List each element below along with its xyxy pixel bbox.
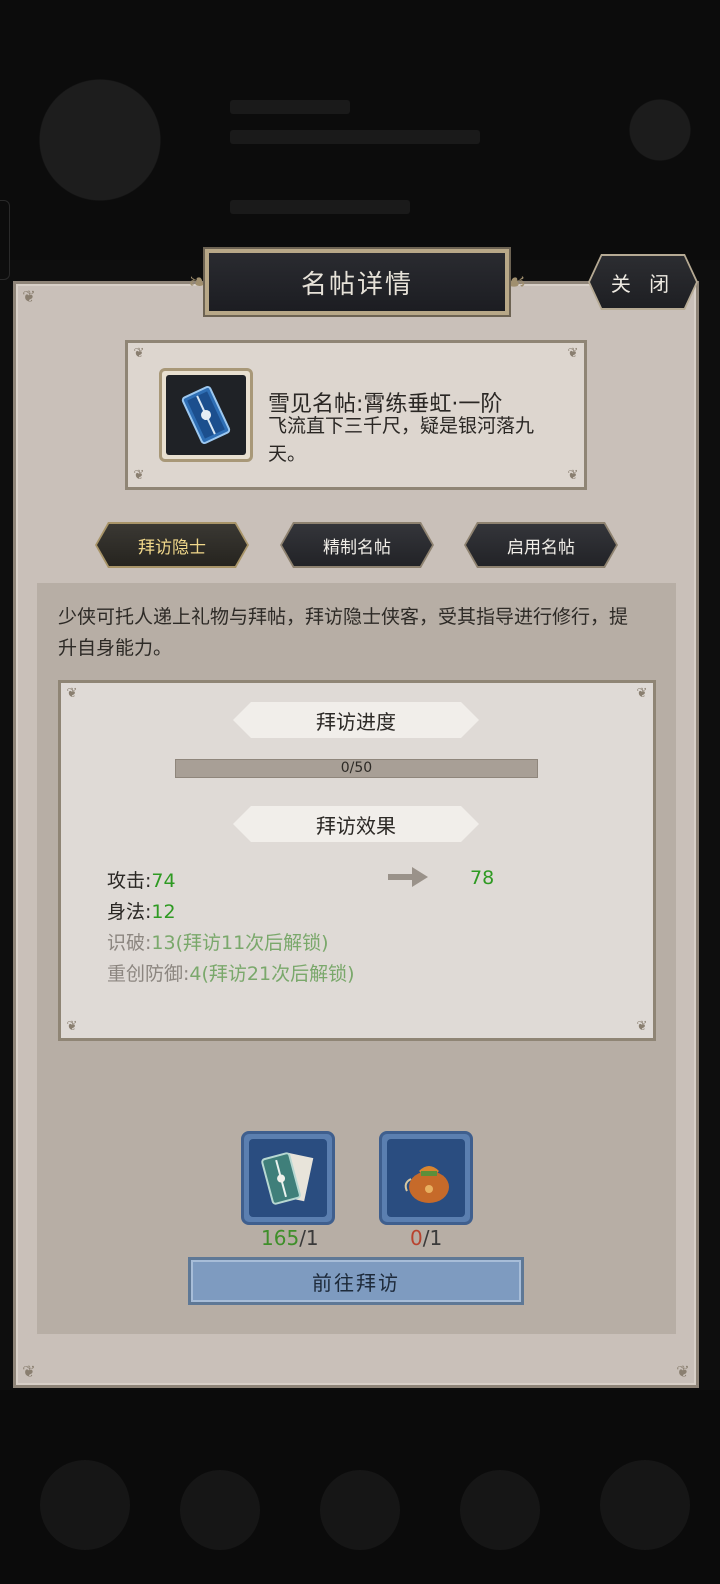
corner-ornament-icon: ❦ <box>636 686 648 701</box>
intro-text: 少侠可托人递上礼物与拜帖，拜访隐士侠客，受其指导进行修行，提升自身能力。 <box>58 606 629 659</box>
item-icon-frame[interactable] <box>159 368 253 462</box>
tab-enable-card[interactable]: 启用名帖 <box>464 522 618 568</box>
background-decor <box>230 200 410 214</box>
corner-ornament-icon: ❦ <box>676 1362 690 1381</box>
background-decor <box>0 200 10 280</box>
background-decor <box>180 1470 260 1550</box>
stat-value: 13(拜访11次后解锁) <box>151 932 329 954</box>
stat-agility: 身法:12 <box>107 897 176 924</box>
visit-progress-bar: 0/50 <box>175 759 538 778</box>
stat-insight-locked: 识破:13(拜访11次后解锁) <box>107 928 329 955</box>
modal-title: 名帖详情 <box>203 247 511 317</box>
corner-ornament-icon: ❦ <box>22 1362 36 1381</box>
stat-label: 攻击: <box>107 870 152 892</box>
corner-ornament-icon: ❦ <box>567 346 579 361</box>
cost-gift-count: 0/1 <box>410 1226 442 1250</box>
gift-pouch-icon <box>387 1139 465 1217</box>
tab-label: 启用名帖 <box>507 537 575 558</box>
background-decor <box>600 1460 690 1550</box>
cost-need: /1 <box>422 1226 443 1250</box>
stat-attack-next: 78 <box>470 867 495 889</box>
stat-label: 重创防御: <box>107 963 190 985</box>
tab-visit-hermit[interactable]: 拜访隐士 <box>95 522 249 568</box>
corner-ornament-icon: ❦ <box>567 468 579 483</box>
corner-ornament-icon: ❦ <box>133 346 145 361</box>
background-decor <box>460 1470 540 1550</box>
tab-label: 精制名帖 <box>323 537 391 558</box>
cost-slot-gift[interactable] <box>379 1131 473 1225</box>
corner-ornament-icon: ❦ <box>66 1019 78 1034</box>
stat-attack: 攻击:74 <box>107 866 176 893</box>
stat-label: 识破: <box>107 932 152 954</box>
cost-slot-card[interactable] <box>241 1131 335 1225</box>
tab-label: 拜访隐士 <box>138 537 206 558</box>
card-scroll-icon <box>249 1139 327 1217</box>
stat-value: 74 <box>151 870 176 892</box>
go-visit-button[interactable]: 前往拜访 <box>188 1257 524 1305</box>
cost-need: /1 <box>299 1226 319 1250</box>
background-decor <box>230 130 480 144</box>
stat-value: 4(拜访21次后解锁) <box>189 963 355 985</box>
corner-ornament-icon: ❦ <box>22 287 36 306</box>
stat-value: 12 <box>151 901 176 923</box>
stat-crit-defense-locked: 重创防御:4(拜访21次后解锁) <box>107 959 355 986</box>
corner-ornament-icon: ❦ <box>66 686 78 701</box>
progress-heading: 拜访进度 <box>233 702 479 738</box>
tab-refine-card[interactable]: 精制名帖 <box>280 522 434 568</box>
background-decor <box>230 100 350 114</box>
corner-ornament-icon: ❦ <box>636 1019 648 1034</box>
name-card-icon <box>166 375 246 455</box>
arrow-right-icon <box>388 867 428 887</box>
item-description: 飞流直下三千尺，疑是银河落九天。 <box>268 415 535 465</box>
cost-have: 0 <box>410 1226 423 1250</box>
background-decor <box>320 1470 400 1550</box>
progress-text: 0/50 <box>340 760 373 776</box>
close-button[interactable]: 关 闭 <box>590 256 696 308</box>
stat-label: 身法: <box>107 901 152 923</box>
cost-card-count: 165/1 <box>261 1226 319 1250</box>
corner-ornament-icon: ❦ <box>133 468 145 483</box>
background-decor <box>40 1460 130 1550</box>
effects-heading: 拜访效果 <box>233 806 479 842</box>
cost-have: 165 <box>261 1226 300 1250</box>
